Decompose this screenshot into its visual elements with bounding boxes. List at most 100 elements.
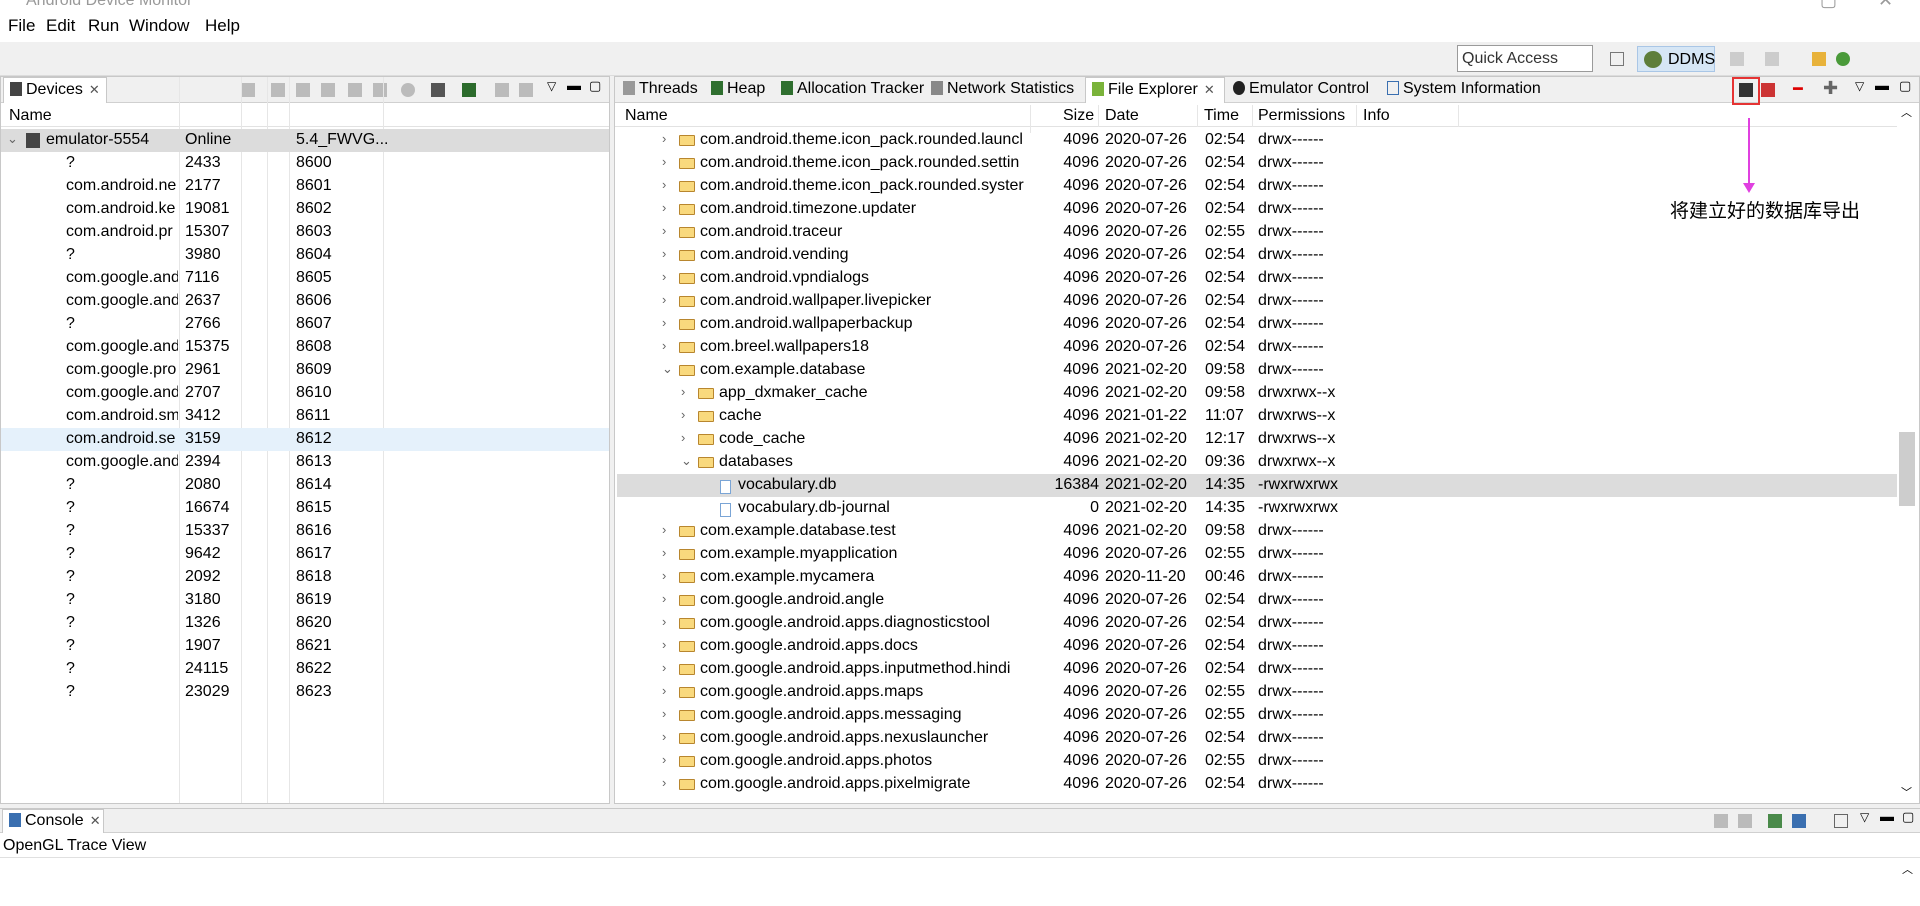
- process-row[interactable]: ? 3180 8619: [1, 589, 609, 612]
- minimize-icon[interactable]: ▬: [1880, 808, 1894, 824]
- menu-run[interactable]: Run: [88, 16, 119, 36]
- process-row[interactable]: ? 2080 8614: [1, 474, 609, 497]
- tab-console[interactable]: Console ✕: [2, 809, 104, 833]
- file-row[interactable]: › com.breel.wallpapers18 4096 2020-07-26 02:…: [617, 336, 1897, 359]
- process-row[interactable]: com.google.and 2637 8606: [1, 290, 609, 313]
- chevron-right-icon[interactable]: ›: [662, 568, 666, 583]
- chevron-right-icon[interactable]: ›: [662, 131, 666, 146]
- systrace-icon[interactable]: [495, 83, 509, 97]
- file-row[interactable]: › cache 4096 2021-01-22 11:07 drwxrws--x: [617, 405, 1897, 428]
- view-menu-icon[interactable]: ▽: [1855, 79, 1864, 93]
- file-row[interactable]: › com.android.theme.icon_pack.rounded.lau…: [617, 129, 1897, 152]
- tab-allocation-tracker[interactable]: Allocation Tracker: [775, 77, 925, 103]
- chevron-right-icon[interactable]: ›: [662, 177, 666, 192]
- scroll-up-icon[interactable]: ︿: [1902, 861, 1913, 877]
- process-row[interactable]: ? 23029 8623: [1, 681, 609, 704]
- file-row[interactable]: vocabulary.db 16384 2021-02-20 14:35 -rwxrwx…: [617, 474, 1897, 497]
- column-time[interactable]: Time: [1204, 107, 1239, 125]
- maximize-icon[interactable]: ▢: [1902, 809, 1914, 825]
- process-row[interactable]: com.android.ke 19081 8602: [1, 198, 609, 221]
- view-menu-icon[interactable]: ▽: [1860, 810, 1869, 824]
- chevron-right-icon[interactable]: ›: [681, 407, 685, 422]
- file-row[interactable]: › com.android.vpndialogs 4096 2020-07-26 02:…: [617, 267, 1897, 290]
- quick-access-input[interactable]: Quick Access: [1457, 45, 1593, 72]
- process-row[interactable]: com.android.pr 15307 8603: [1, 221, 609, 244]
- pin-icon[interactable]: [1812, 52, 1826, 66]
- file-row[interactable]: › com.google.android.apps.pixelmigrate 409…: [617, 773, 1897, 796]
- update-threads-icon[interactable]: [348, 83, 362, 97]
- process-row[interactable]: ? 1907 8621: [1, 635, 609, 658]
- chevron-right-icon[interactable]: ›: [662, 315, 666, 330]
- process-row[interactable]: ? 16674 8615: [1, 497, 609, 520]
- file-row[interactable]: › com.google.android.apps.messaging 4096 20…: [617, 704, 1897, 727]
- stop-process-icon[interactable]: [401, 83, 415, 97]
- file-row[interactable]: vocabulary.db-journal 0 2021-02-20 14:35 -rw…: [617, 497, 1897, 520]
- chevron-down-icon[interactable]: ⌄: [681, 453, 692, 469]
- clear-console-icon[interactable]: [1714, 814, 1728, 828]
- perspective-ddms-button[interactable]: DDMS: [1637, 46, 1715, 72]
- open-console-icon[interactable]: [1834, 814, 1848, 828]
- chevron-right-icon[interactable]: ›: [662, 637, 666, 652]
- nav-back-icon[interactable]: [1730, 52, 1744, 66]
- delete-icon[interactable]: ━: [1793, 79, 1803, 99]
- screen-capture-icon[interactable]: [431, 83, 445, 97]
- scroll-up-icon[interactable]: ︿: [1901, 104, 1912, 120]
- chevron-right-icon[interactable]: ›: [662, 292, 666, 307]
- file-row[interactable]: › com.example.myapplication 4096 2020-07-26…: [617, 543, 1897, 566]
- chevron-right-icon[interactable]: ›: [662, 246, 666, 261]
- chevron-right-icon[interactable]: ›: [662, 614, 666, 629]
- chevron-right-icon[interactable]: ›: [662, 338, 666, 353]
- debug-icon[interactable]: [1836, 52, 1850, 66]
- chevron-right-icon[interactable]: ›: [662, 775, 666, 790]
- start-profiling-icon[interactable]: [373, 83, 387, 97]
- process-row[interactable]: com.google.and 15375 8608: [1, 336, 609, 359]
- scroll-down-icon[interactable]: ﹀: [1901, 784, 1912, 800]
- column-size[interactable]: Size: [1063, 107, 1094, 125]
- file-row[interactable]: › com.android.wallpaperbackup 4096 2020-07-…: [617, 313, 1897, 336]
- process-row[interactable]: ? 9642 8617: [1, 543, 609, 566]
- file-row[interactable]: › com.google.android.apps.diagnosticstool…: [617, 612, 1897, 635]
- scroll-lock-icon[interactable]: [1738, 814, 1752, 828]
- file-row[interactable]: › com.android.theme.icon_pack.rounded.sys…: [617, 175, 1897, 198]
- file-row[interactable]: › com.android.traceur 4096 2020-07-26 02:55 d…: [617, 221, 1897, 244]
- file-row[interactable]: › com.android.wallpaper.livepicker 4096 202…: [617, 290, 1897, 313]
- dump-view-hierarchy-icon[interactable]: [462, 83, 476, 97]
- chevron-right-icon[interactable]: ›: [681, 384, 685, 399]
- chevron-right-icon[interactable]: ›: [662, 522, 666, 537]
- chevron-right-icon[interactable]: ›: [662, 591, 666, 606]
- file-row[interactable]: › com.example.database.test 4096 2021-02-20…: [617, 520, 1897, 543]
- chevron-down-icon[interactable]: ⌄: [7, 131, 18, 147]
- file-row[interactable]: › com.google.android.apps.maps 4096 2020-07…: [617, 681, 1897, 704]
- menu-edit[interactable]: Edit: [46, 16, 75, 36]
- device-row[interactable]: ⌄ emulator-5554 Online 5.4_FWVG...: [1, 129, 609, 152]
- chevron-right-icon[interactable]: ›: [681, 430, 685, 445]
- chevron-down-icon[interactable]: ⌄: [662, 361, 673, 377]
- minimize-icon[interactable]: ▬: [1875, 77, 1889, 93]
- tab-devices[interactable]: Devices ✕: [3, 77, 107, 103]
- chevron-right-icon[interactable]: ›: [662, 269, 666, 284]
- tab-heap[interactable]: Heap: [705, 77, 775, 103]
- process-row[interactable]: ? 1326 8620: [1, 612, 609, 635]
- display-console-icon[interactable]: [1792, 814, 1806, 828]
- close-icon[interactable]: ✕: [89, 82, 100, 97]
- process-row[interactable]: ? 3980 8604: [1, 244, 609, 267]
- cause-gc-icon[interactable]: [321, 83, 335, 97]
- close-icon[interactable]: ✕: [1878, 0, 1893, 11]
- file-row[interactable]: › code_cache 4096 2021-02-20 12:17 drwxrws--x: [617, 428, 1897, 451]
- opengl-trace-icon[interactable]: [519, 83, 533, 97]
- column-name[interactable]: Name: [9, 107, 52, 125]
- open-perspective-icon[interactable]: [1610, 52, 1624, 66]
- tab-emulator-control[interactable]: Emulator Control: [1227, 77, 1379, 103]
- tab-file-explorer[interactable]: File Explorer ✕: [1085, 77, 1225, 103]
- file-row[interactable]: › com.android.vending 4096 2020-07-26 02:54 d…: [617, 244, 1897, 267]
- file-row[interactable]: › com.google.android.apps.nexuslauncher 40…: [617, 727, 1897, 750]
- chevron-right-icon[interactable]: ›: [662, 752, 666, 767]
- nav-forward-icon[interactable]: [1765, 52, 1779, 66]
- new-folder-icon[interactable]: ✚: [1823, 78, 1838, 99]
- process-row[interactable]: ? 15337 8616: [1, 520, 609, 543]
- process-row[interactable]: com.android.sm 3412 8611: [1, 405, 609, 428]
- tab-threads[interactable]: Threads: [617, 77, 705, 103]
- file-row[interactable]: ⌄ databases 4096 2021-02-20 09:36 drwxrwx--x: [617, 451, 1897, 474]
- scrollbar-thumb[interactable]: [1899, 432, 1915, 506]
- tab-network-statistics[interactable]: Network Statistics: [925, 77, 1085, 103]
